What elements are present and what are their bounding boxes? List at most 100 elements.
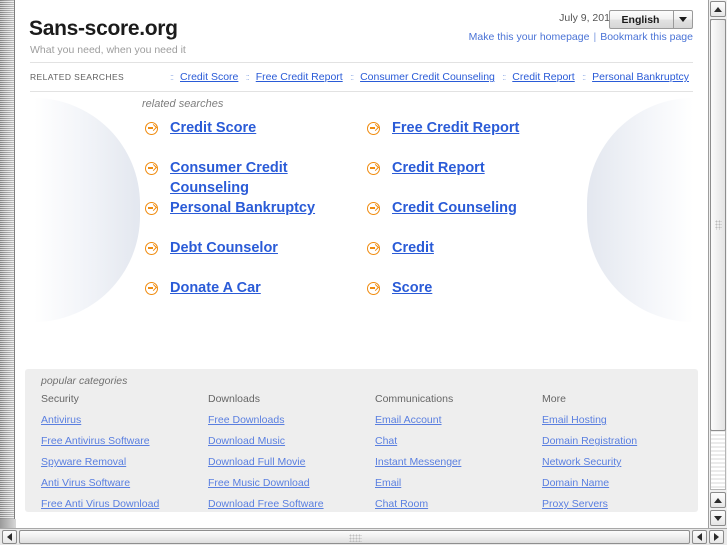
related-search-item: :: Free Credit Report — [246, 71, 343, 83]
popular-link-more-3[interactable]: Domain Name — [542, 477, 707, 489]
related-search-main-link-7[interactable]: Credit Counseling — [392, 198, 517, 218]
popular-categories-panel: popular categories Security Antivirus Fr… — [25, 369, 698, 512]
dots-separator-icon: :: — [350, 72, 354, 82]
arrow-right-circle-icon — [145, 162, 158, 175]
popular-link-communications-4[interactable]: Chat Room — [375, 498, 542, 510]
popular-category-heading: Downloads — [208, 393, 260, 405]
related-search-row: Debt Counselor — [142, 238, 357, 278]
site-title: Sans-score.org — [29, 17, 178, 40]
current-date: July 9, 2011 — [559, 12, 615, 24]
popular-link-downloads-4[interactable]: Download Free Software — [208, 498, 375, 510]
popular-category-heading: More — [542, 393, 566, 405]
popular-link-more-1[interactable]: Domain Registration — [542, 435, 707, 447]
arrow-right-circle-icon — [145, 282, 158, 295]
popular-category-column-communications: Communications Email Account Chat Instan… — [375, 393, 542, 519]
language-select-value: English — [621, 13, 660, 26]
horizontal-scrollbar-thumb[interactable] — [19, 530, 690, 544]
related-search-main-link-2[interactable]: Personal Bankruptcy — [170, 198, 315, 218]
related-search-link-1[interactable]: Free Credit Report — [256, 71, 343, 83]
related-searches-heading: related searches — [142, 98, 224, 110]
arrow-right-circle-icon — [145, 202, 158, 215]
popular-link-downloads-0[interactable]: Free Downloads — [208, 414, 375, 426]
related-searches-list: :: Credit Score :: Free Credit Report ::… — [170, 71, 693, 83]
related-search-main-link-6[interactable]: Credit Report — [392, 158, 485, 178]
related-search-row: Score — [364, 278, 579, 318]
related-searches-label: RELATED SEARCHES — [30, 72, 125, 82]
popular-link-communications-1[interactable]: Chat — [375, 435, 542, 447]
related-search-main-link-5[interactable]: Free Credit Report — [392, 118, 519, 138]
browser-window: Sans-score.org What you need, when you n… — [0, 0, 727, 545]
related-search-row: Free Credit Report — [364, 118, 579, 158]
related-search-row: Credit Counseling — [364, 198, 579, 238]
related-search-link-0[interactable]: Credit Score — [180, 71, 238, 83]
dots-separator-icon: :: — [170, 72, 174, 82]
vertical-scrollbar-thumb[interactable] — [710, 19, 726, 431]
related-search-row: Consumer Credit Counseling — [142, 158, 357, 198]
related-search-main-link-4[interactable]: Donate A Car — [170, 278, 261, 298]
dots-separator-icon: :: — [582, 72, 586, 82]
arrow-right-circle-icon — [367, 162, 380, 175]
popular-link-more-0[interactable]: Email Hosting — [542, 414, 707, 426]
related-search-main-link-8[interactable]: Credit — [392, 238, 434, 258]
arrow-right-circle-icon — [367, 202, 380, 215]
language-select[interactable]: English — [609, 10, 693, 29]
popular-link-communications-3[interactable]: Email — [375, 477, 542, 489]
popular-category-column-security: Security Antivirus Free Antivirus Softwa… — [41, 393, 208, 519]
related-search-link-2[interactable]: Consumer Credit Counseling — [360, 71, 495, 83]
horizontal-scrollbar[interactable] — [0, 528, 727, 545]
scroll-down-button[interactable] — [710, 510, 726, 526]
popular-category-heading: Security — [41, 393, 79, 405]
related-searches-column-right: Free Credit Report Credit Report Credit … — [364, 118, 579, 318]
popular-link-more-4[interactable]: Proxy Servers — [542, 498, 707, 510]
related-search-main-link-0[interactable]: Credit Score — [170, 118, 256, 138]
scroll-up-button-secondary[interactable] — [710, 492, 726, 508]
related-search-row: Personal Bankruptcy — [142, 198, 357, 238]
related-search-main-link-1[interactable]: Consumer Credit Counseling — [170, 158, 357, 198]
vertical-scrollbar[interactable] — [708, 0, 727, 528]
scroll-up-button[interactable] — [710, 1, 726, 17]
decorative-circle-right — [587, 98, 693, 322]
arrow-right-circle-icon — [367, 122, 380, 135]
popular-link-communications-2[interactable]: Instant Messenger — [375, 456, 542, 468]
popular-link-communications-0[interactable]: Email Account — [375, 414, 542, 426]
popular-category-column-more: More Email Hosting Domain Registration N… — [542, 393, 707, 519]
site-tagline: What you need, when you need it — [30, 44, 186, 56]
arrow-right-circle-icon — [145, 242, 158, 255]
scrollbar-grip-icon — [348, 534, 362, 542]
popular-link-security-2[interactable]: Spyware Removal — [41, 456, 208, 468]
related-search-row: Credit Score — [142, 118, 357, 158]
related-searches-column-left: Credit Score Consumer Credit Counseling … — [142, 118, 357, 318]
arrow-right-circle-icon — [367, 282, 380, 295]
window-corner-filler — [0, 519, 16, 528]
popular-link-security-3[interactable]: Anti Virus Software — [41, 477, 208, 489]
chevron-down-icon — [673, 11, 692, 28]
related-search-item: :: Credit Report — [502, 71, 574, 83]
popular-category-heading: Communications — [375, 393, 454, 405]
dots-separator-icon: :: — [245, 72, 250, 82]
related-search-item: :: Credit Score — [170, 71, 238, 83]
related-search-link-3[interactable]: Credit Report — [512, 71, 574, 83]
header-links: Make this your homepage | Bookmark this pa… — [469, 31, 693, 43]
dots-separator-icon: :: — [502, 72, 506, 82]
popular-link-downloads-3[interactable]: Free Music Download — [208, 477, 375, 489]
scrollbar-grip-icon — [715, 220, 722, 230]
scroll-left-button[interactable] — [2, 530, 17, 544]
popular-link-more-2[interactable]: Network Security — [542, 456, 707, 468]
header-link-separator: | — [593, 31, 597, 43]
scroll-right-button[interactable] — [709, 530, 724, 544]
popular-link-downloads-2[interactable]: Download Full Movie — [208, 456, 375, 468]
make-homepage-link[interactable]: Make this your homepage — [469, 31, 590, 43]
related-search-row: Credit Report — [364, 158, 579, 198]
popular-category-column-downloads: Downloads Free Downloads Download Music … — [208, 393, 375, 519]
related-search-main-link-9[interactable]: Score — [392, 278, 432, 298]
related-searches-strip: RELATED SEARCHES :: Credit Score :: Free… — [30, 62, 693, 92]
related-search-link-4[interactable]: Personal Bankruptcy — [592, 71, 689, 83]
popular-link-security-4[interactable]: Free Anti Virus Download — [41, 498, 208, 510]
related-search-main-link-3[interactable]: Debt Counselor — [170, 238, 278, 258]
scroll-left-button-secondary[interactable] — [692, 530, 707, 544]
popular-link-security-1[interactable]: Free Antivirus Software — [41, 435, 208, 447]
bookmark-page-link[interactable]: Bookmark this page — [600, 31, 693, 43]
popular-link-downloads-1[interactable]: Download Music — [208, 435, 375, 447]
related-search-item: :: Consumer Credit Counseling — [350, 71, 495, 83]
popular-link-security-0[interactable]: Antivirus — [41, 414, 208, 426]
